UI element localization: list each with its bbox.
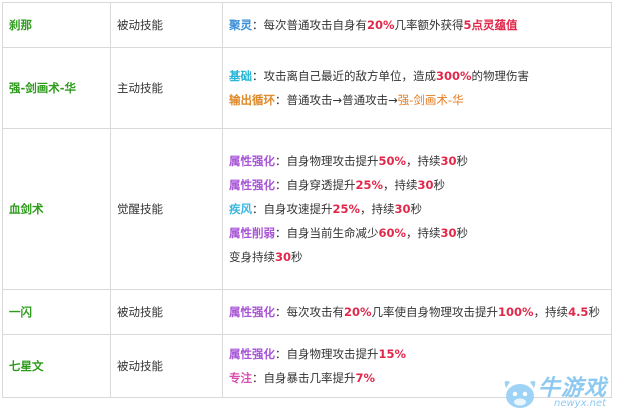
description-line: 属性强化：自身物理攻击提升50%，持续30秒 [229,149,605,173]
description-text: ：自身当前生命减少 [275,226,379,240]
highlight-value: 25% [332,202,361,216]
highlight-value: 30 [394,202,411,216]
description-text: ，持续 [406,226,441,240]
description-text: ，持续 [406,154,441,168]
skill-type: 被动技能 [110,2,223,48]
description-text: 秒 [291,250,303,264]
skill-name: 强-剑画术-华 [2,47,111,129]
description-text: 秒 [456,154,469,168]
highlight-value: 50% [378,154,407,168]
highlight-value: 30 [440,154,457,168]
skill-type: 被动技能 [110,334,223,398]
highlight-value: 7% [355,371,376,385]
highlight-value: 4.5 [568,305,589,319]
description-text: 秒 [456,226,469,240]
effect-label: 属性强化 [229,178,275,192]
effect-label: 疾风 [229,202,252,216]
effect-label: 基础 [229,69,252,83]
effect-label: 专注 [229,371,252,385]
skill-table: 刹那 被动技能 聚灵：每次普通攻击自身有20%几率额外获得5点灵蕴值 强-剑画术-华主… [2,2,612,398]
description-text: ：自身穿透提升 [275,178,356,192]
description-text: ：攻击离自己最近的敌方单位，造成 [252,69,436,83]
effect-label: 属性强化 [229,347,275,361]
watermark: 牛游戏 newyx.net [500,370,620,414]
description-text: 秒 [433,178,446,192]
description-line: 属性强化：自身穿透提升25%，持续30秒 [229,173,605,197]
description-text: 的物理伤害 [471,69,530,83]
description-line: 输出循环：普通攻击→普通攻击→强-剑画术-华 [229,88,605,112]
skill-name: 七星文 [2,334,111,398]
skill-name: 一闪 [2,289,111,335]
description-text: 几率额外获得 [394,18,464,32]
description-text: ：自身攻速提升 [252,202,333,216]
skill-description: 属性强化：自身物理攻击提升50%，持续30秒 属性强化：自身穿透提升25%，持续3… [222,128,612,290]
description-line: 属性削弱：自身当前生命减少60%，持续30秒 [229,221,605,245]
description-text: 秒 [588,305,600,319]
description-line: 疾风：自身攻速提升25%，持续30秒 [229,197,605,221]
highlight-value: 15% [378,347,407,361]
highlight-value: 25% [355,178,384,192]
description-text: ：每次普通攻击自身有 [252,18,367,32]
description-text: ：每次攻击有 [275,305,344,319]
skill-name: 血剑术 [2,128,111,290]
highlight-value: 30 [275,250,292,264]
highlight-value: 5点灵蕴值 [463,18,518,32]
description-text: ，持续 [533,305,569,319]
highlight-value: 300% [436,69,472,83]
description-text: ，持续 [360,202,395,216]
highlight-value: 20% [344,305,372,319]
skill-description: 聚灵：每次普通攻击自身有20%几率额外获得5点灵蕴值 [222,2,612,48]
effect-label: 属性强化 [229,305,275,319]
highlight-value: 30 [440,226,457,240]
description-text: ：普通攻击→普通攻击→ [275,93,398,107]
skill-row: 一闪 被动技能 属性强化：每次攻击有20%几率使自身物理攻击提升100%，持续4.5… [2,289,612,335]
description-line: 聚灵：每次普通攻击自身有20%几率额外获得5点灵蕴值 [229,13,605,37]
description-text: ：自身暴击几率提升 [252,371,356,385]
effect-label: 属性强化 [229,154,275,168]
highlight-value: 20% [367,18,395,32]
description-text: 变身持续 [229,250,275,264]
bull-logo-icon [504,380,536,408]
highlight-value: 100% [498,305,534,319]
skill-description: 基础：攻击离自己最近的敌方单位，造成300%的物理伤害 输出循环：普通攻击→普通攻… [222,47,612,129]
effect-label: 输出循环 [229,93,275,107]
description-line: 属性强化：每次攻击有20%几率使自身物理攻击提升100%，持续4.5秒 [229,300,605,324]
skill-row: 血剑术 觉醒技能 属性强化：自身物理攻击提升50%，持续30秒 属性强化：自身穿透提升… [2,128,612,290]
watermark-url: newyx.net [554,398,607,409]
effect-label: 属性削弱 [229,226,275,240]
skill-type: 主动技能 [110,47,223,129]
skill-name: 刹那 [2,2,111,48]
description-text: 秒 [410,202,423,216]
skill-type: 觉醒技能 [110,128,223,290]
effect-label: 聚灵 [229,18,252,32]
skill-description: 属性强化：每次攻击有20%几率使自身物理攻击提升100%，持续4.5秒 [222,289,612,335]
description-text: ，持续 [383,178,418,192]
skill-row: 强-剑画术-华 主动技能 基础：攻击离自己最近的敌方单位，造成300%的物理伤害 输出… [2,47,612,129]
description-line: 变身持续30秒 [229,245,605,269]
description-text: ：自身物理攻击提升 [275,154,379,168]
description-line: 属性强化：自身物理攻击提升15% [229,342,605,366]
highlight-value: 60% [378,226,407,240]
description-text: ：自身物理攻击提升 [275,347,379,361]
result-skill-name: 强-剑画术-华 [397,93,464,107]
skill-row: 刹那 被动技能 聚灵：每次普通攻击自身有20%几率额外获得5点灵蕴值 [2,2,612,48]
description-line: 基础：攻击离自己最近的敌方单位，造成300%的物理伤害 [229,64,605,88]
description-text: 几率使自身物理攻击提升 [371,305,499,319]
skill-type: 被动技能 [110,289,223,335]
highlight-value: 30 [417,178,434,192]
skill-table-body: 刹那 被动技能 聚灵：每次普通攻击自身有20%几率额外获得5点灵蕴值 强-剑画术-华主… [2,2,612,398]
